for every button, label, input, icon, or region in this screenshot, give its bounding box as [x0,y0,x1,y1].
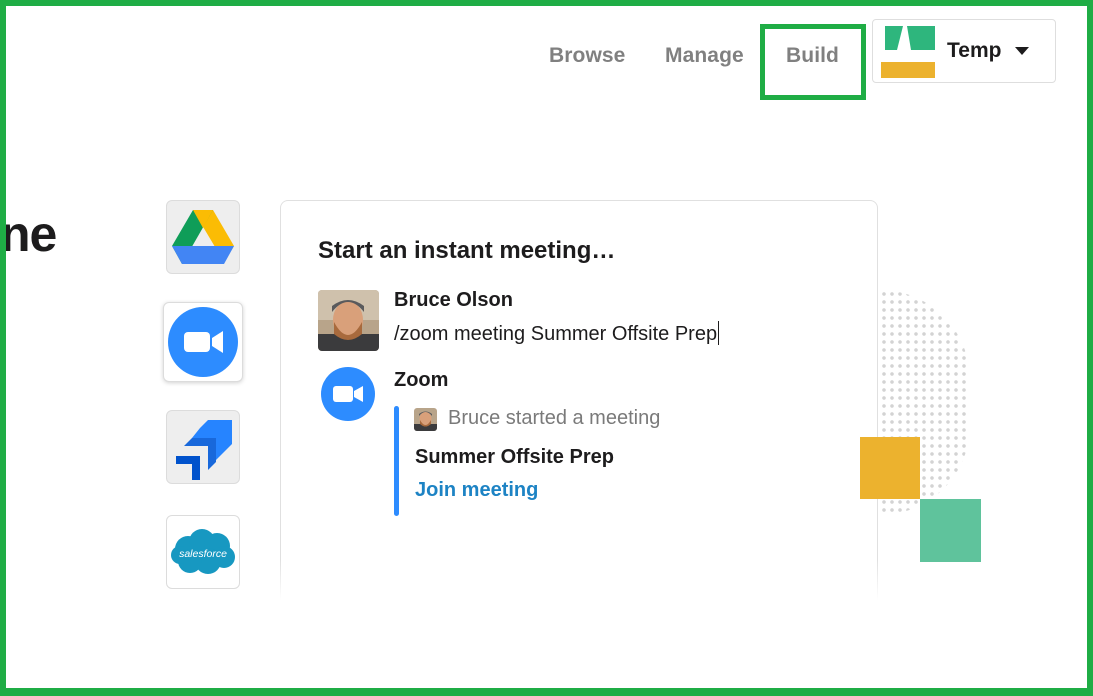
message-author: Bruce Olson [394,289,513,311]
nav-build[interactable]: Build [786,44,839,68]
workspace-name: Temp [947,39,1002,62]
meeting-started-text: Bruce started a meeting [448,407,661,429]
attachment-bar [394,406,399,516]
jira-icon [176,420,232,480]
zoom-tile[interactable] [163,302,243,382]
salesforce-icon: salesforce [171,529,235,574]
bot-name: Zoom [394,369,449,391]
text-caret [718,321,720,345]
zoom-icon [333,386,363,402]
meeting-title: Summer Offsite Prep [415,446,614,468]
join-meeting-link[interactable]: Join meeting [415,479,538,502]
card-fade [278,560,880,610]
workspace-logo [881,24,935,78]
message-text: /zoom meeting Summer Offsite Prep [394,323,718,345]
caret-down-icon [1015,47,1030,55]
salesforce-tile[interactable]: salesforce [166,515,240,589]
workspace-switcher[interactable]: Temp [872,19,1056,83]
salesforce-logo-text: salesforce [179,548,227,560]
zoom-bot-avatar [321,367,375,421]
hero-heading: ne [0,206,57,262]
google-drive-icon [172,210,234,264]
avatar [318,290,379,351]
zoom-icon [168,307,238,377]
yellow-square-decoration [860,437,920,499]
green-square-decoration [920,499,981,562]
nav-manage[interactable]: Manage [665,44,744,68]
card-title: Start an instant meeting… [318,237,616,264]
nav-browse[interactable]: Browse [549,44,625,68]
message-card: Start an instant meeting… Bruce Olson /z… [280,200,878,600]
jira-tile[interactable] [166,410,240,484]
message-input[interactable]: /zoom meeting Summer Offsite Prep [394,321,720,346]
google-drive-tile[interactable] [166,200,240,274]
avatar [414,408,437,431]
